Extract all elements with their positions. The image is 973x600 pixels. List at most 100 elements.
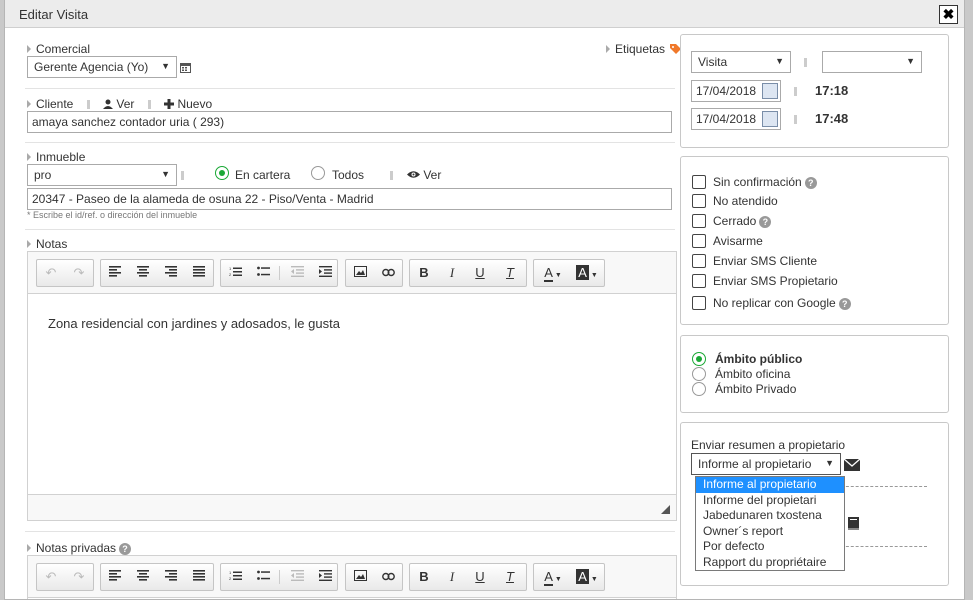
calendar-icon[interactable] — [180, 62, 191, 73]
svg-text:1: 1 — [229, 266, 232, 271]
outdent-button[interactable] — [283, 564, 311, 590]
envelope-icon[interactable] — [844, 459, 860, 471]
inmueble-select[interactable]: pro ▼ — [27, 164, 177, 186]
secondary-select[interactable]: ▼ — [822, 51, 922, 73]
resumen-select[interactable]: Informe al propietario ▼ — [691, 453, 841, 475]
sin-confirmacion-checkbox[interactable] — [692, 175, 706, 189]
indent-button[interactable] — [311, 564, 339, 590]
help-icon[interactable]: ? — [804, 177, 817, 189]
en-cartera-radio[interactable] — [215, 166, 229, 180]
inmueble-input[interactable]: 20347 - Paseo de la alameda de osuna 22 … — [27, 188, 672, 210]
cliente-nuevo-link[interactable]: Nuevo — [164, 97, 212, 111]
resize-handle-icon[interactable] — [661, 505, 670, 514]
bullet-list-button[interactable] — [249, 564, 277, 590]
todos-radio[interactable] — [311, 166, 325, 180]
no-atendido-checkbox[interactable] — [692, 194, 706, 208]
color-group: A ▼ A ▼ — [533, 259, 605, 287]
start-time[interactable]: 17:18 — [815, 83, 848, 98]
dropdown-option[interactable]: Owner´s report — [696, 524, 844, 540]
image-button[interactable] — [346, 564, 374, 590]
dropdown-option[interactable]: Informe del propietari — [696, 493, 844, 509]
notas-privadas-label: Notas privadas? — [27, 541, 132, 555]
notas-content[interactable]: Zona residencial con jardines y adosados… — [28, 294, 676, 494]
start-date-input[interactable]: 17/04/2018 — [691, 80, 781, 102]
align-center-button[interactable] — [129, 564, 157, 590]
underline-button[interactable]: U — [466, 564, 494, 590]
avisarme-checkbox[interactable] — [692, 234, 706, 248]
no-atendido-label: No atendido — [713, 194, 778, 208]
dropdown-option[interactable]: Por defecto — [696, 539, 844, 555]
align-right-button[interactable] — [157, 564, 185, 590]
divider — [25, 142, 675, 143]
comercial-select[interactable]: Gerente Agencia (Yo) ▼ — [27, 56, 177, 78]
calendar-icon[interactable] — [762, 111, 778, 127]
etiquetas-link[interactable]: Etiquetas — [606, 42, 683, 56]
help-icon[interactable]: ? — [838, 298, 851, 310]
indent-button[interactable] — [311, 260, 339, 286]
align-right-button[interactable] — [157, 260, 185, 286]
background-color-button[interactable]: A ▼ — [570, 260, 604, 286]
visit-type-select[interactable]: Visita ▼ — [691, 51, 791, 73]
bullet-list-button[interactable] — [249, 260, 277, 286]
ambito-publico-radio[interactable] — [692, 352, 706, 366]
inmueble-ver-label: Ver — [423, 168, 442, 182]
cerrado-checkbox[interactable] — [692, 214, 706, 228]
redo-button[interactable]: ↷ — [65, 564, 93, 590]
undo-button[interactable]: ↶ — [37, 564, 65, 590]
font-color-button[interactable]: A ▼ — [536, 260, 570, 286]
image-button[interactable] — [346, 260, 374, 286]
undo-button[interactable]: ↶ — [37, 260, 65, 286]
align-left-button[interactable] — [101, 260, 129, 286]
inmueble-label-text: Inmueble — [36, 150, 86, 164]
justify-button[interactable] — [185, 260, 213, 286]
align-center-button[interactable] — [129, 260, 157, 286]
clear-format-button[interactable]: T — [496, 564, 524, 590]
history-group: ↶ ↷ — [36, 563, 94, 591]
bold-button[interactable]: B — [410, 260, 438, 286]
italic-button[interactable]: I — [438, 564, 466, 590]
end-date-input[interactable]: 17/04/2018 — [691, 108, 781, 130]
font-color-button[interactable]: A ▼ — [536, 564, 570, 590]
help-icon[interactable]: ? — [759, 216, 772, 228]
clear-format-button[interactable]: T — [496, 260, 524, 286]
close-button[interactable]: ✖ — [939, 5, 958, 24]
dropdown-option[interactable]: Rapport du propriétaire — [696, 555, 844, 571]
link-button[interactable] — [374, 260, 402, 286]
editor-statusbar — [28, 494, 676, 520]
justify-button[interactable] — [185, 564, 213, 590]
ambito-oficina-radio[interactable] — [692, 367, 706, 381]
no-replicar-google-checkbox[interactable] — [692, 296, 706, 310]
help-icon[interactable]: ? — [119, 543, 132, 555]
ordered-list-button[interactable]: 12 — [221, 260, 249, 286]
justify-icon — [193, 266, 205, 277]
notas-privadas-label-text: Notas privadas — [36, 541, 117, 555]
sms-propietario-checkbox[interactable] — [692, 274, 706, 288]
background-color-button[interactable]: A ▼ — [570, 564, 604, 590]
outdent-button[interactable] — [283, 260, 311, 286]
underline-button[interactable]: U — [466, 260, 494, 286]
bold-button[interactable]: B — [410, 564, 438, 590]
calendar-icon[interactable] — [762, 83, 778, 99]
cliente-input[interactable]: amaya sanchez contador uria ( 293) — [27, 111, 672, 133]
ambito-privado-radio[interactable] — [692, 382, 706, 396]
bullet-list-icon — [256, 570, 270, 580]
align-left-button[interactable] — [101, 564, 129, 590]
book-icon[interactable] — [847, 517, 860, 530]
redo-button[interactable]: ↷ — [65, 260, 93, 286]
inmueble-ver-link[interactable]: Ver — [407, 168, 441, 182]
dropdown-option[interactable]: Jabedunaren txostena — [696, 508, 844, 524]
cliente-ver-label: Ver — [116, 97, 135, 111]
italic-button[interactable]: I — [438, 260, 466, 286]
outdent-icon — [290, 570, 304, 581]
link-button[interactable] — [374, 564, 402, 590]
cerrado-label: Cerrado? — [713, 214, 772, 228]
sms-cliente-checkbox[interactable] — [692, 254, 706, 268]
end-time[interactable]: 17:48 — [815, 111, 848, 126]
notas-editor: ↶ ↷ 12 B I U T A ▼ A ▼ Zona residencial … — [27, 251, 677, 521]
cliente-ver-link[interactable]: Ver — [103, 97, 134, 111]
divider — [25, 229, 675, 230]
dropdown-option[interactable]: Informe al propietario — [696, 477, 844, 493]
ordered-list-button[interactable]: 12 — [221, 564, 249, 590]
dialog-title: Editar Visita — [19, 7, 89, 22]
ambito-privado-label: Ámbito Privado — [715, 382, 797, 396]
